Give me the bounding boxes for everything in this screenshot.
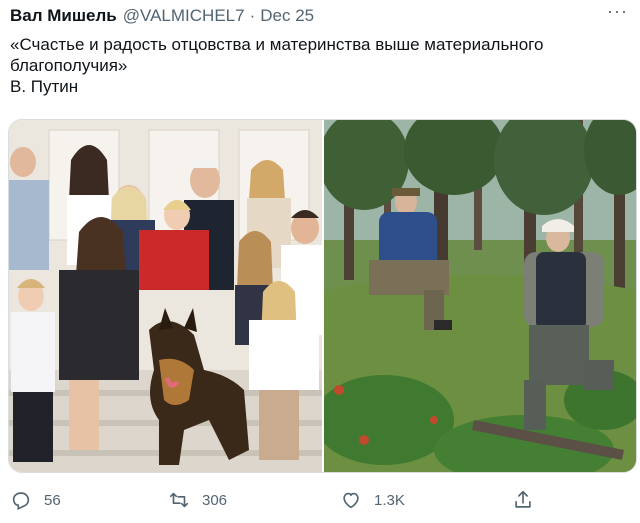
tweet-quote: «Счастье и радость отцовства и материнст…	[10, 35, 544, 75]
share-button[interactable]	[512, 485, 546, 515]
retweet-icon	[168, 489, 190, 511]
share-icon	[512, 489, 534, 511]
forest-hillside-photo[interactable]	[324, 120, 636, 472]
heart-icon	[340, 489, 362, 511]
like-button[interactable]: 1.3K	[340, 485, 405, 515]
retweet-count: 306	[202, 491, 228, 509]
tweet-signature: В. Путин	[10, 77, 79, 96]
reply-button[interactable]: 56	[10, 485, 61, 515]
reply-count: 56	[44, 491, 61, 509]
separator-dot: ·	[249, 6, 256, 25]
reply-icon	[10, 489, 32, 511]
family-portrait-photo[interactable]	[9, 120, 322, 472]
tweet-media[interactable]	[8, 119, 637, 473]
retweet-button[interactable]: 306	[168, 485, 227, 515]
author-handle[interactable]: @VALMICHEL7	[123, 6, 245, 26]
tweet-header: Вал Мишель @VALMICHEL7 · Dec 25 ···	[10, 1, 630, 27]
like-count: 1.3K	[374, 491, 405, 509]
tweet-date[interactable]: Dec 25	[260, 6, 314, 26]
tweet-text: «Счастье и радость отцовства и материнст…	[10, 34, 622, 97]
author-name[interactable]: Вал Мишель	[10, 6, 117, 26]
tweet-actions: 56 306 1.3K	[0, 485, 640, 515]
more-options-icon[interactable]: ···	[607, 1, 628, 22]
